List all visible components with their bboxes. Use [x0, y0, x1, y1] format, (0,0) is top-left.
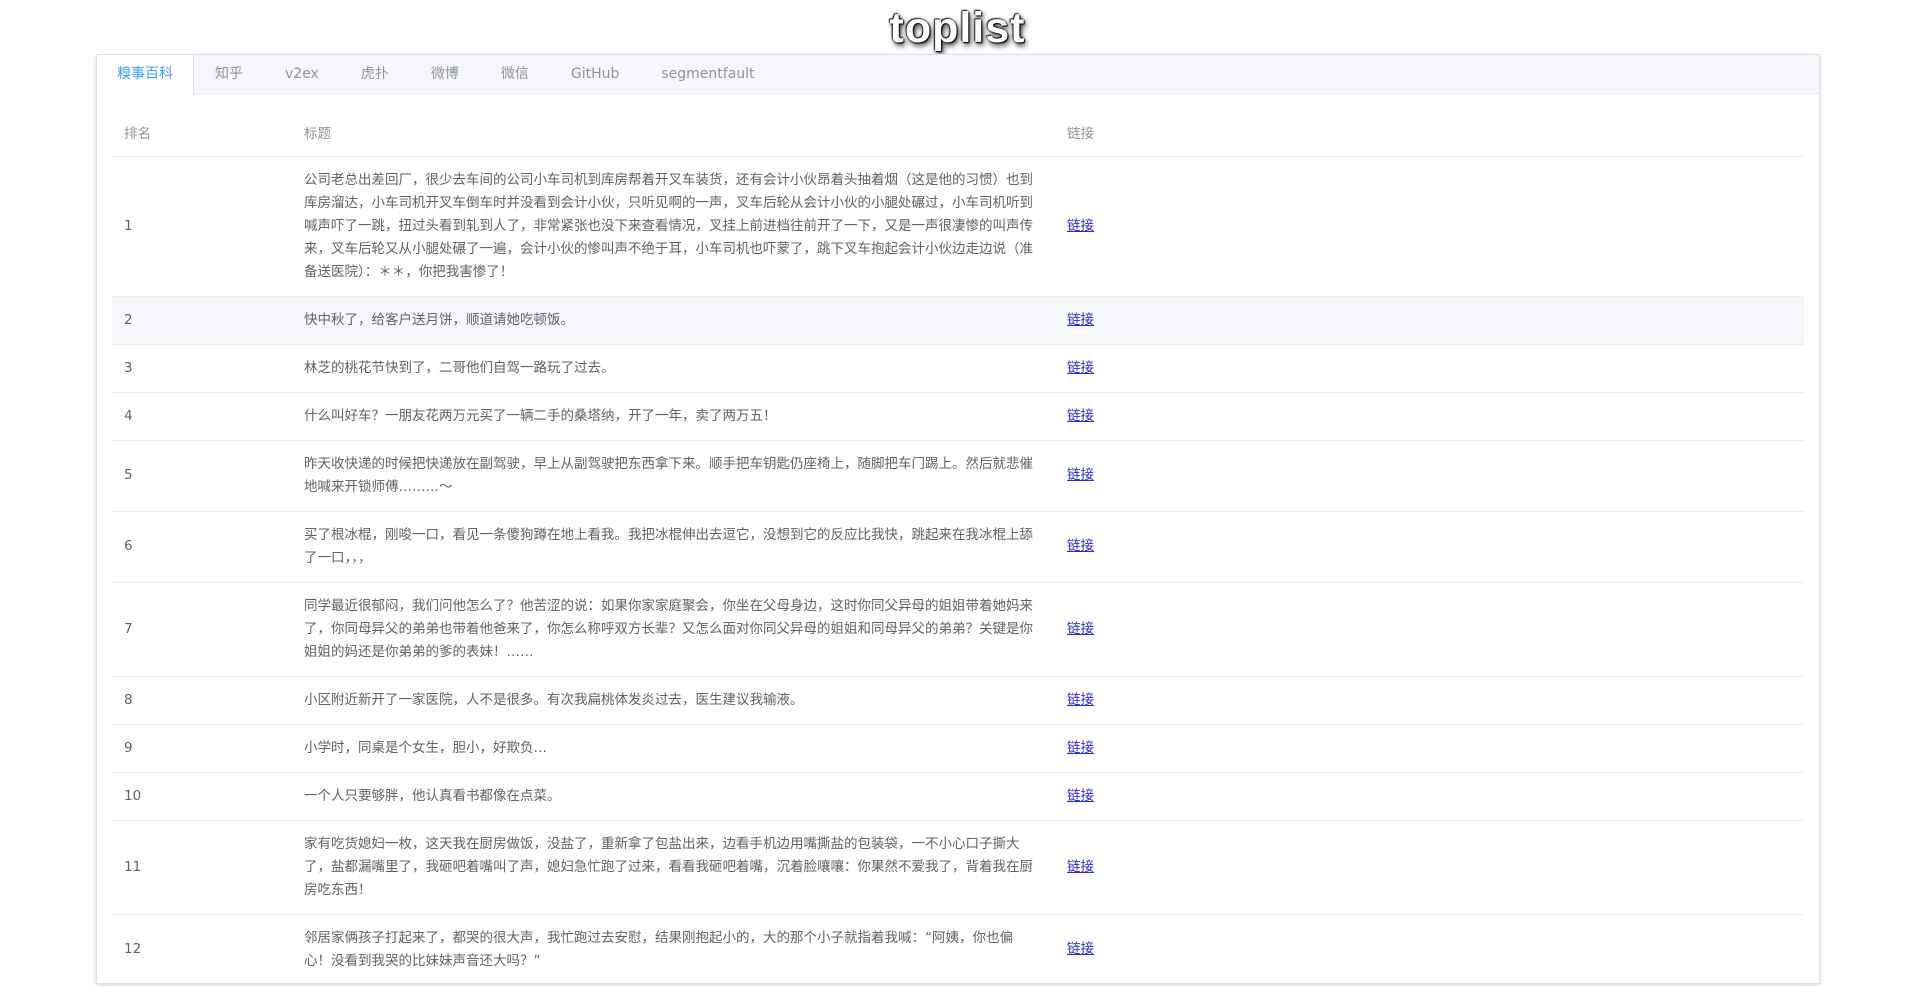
rank-cell: 8 — [112, 676, 292, 725]
title-cell: 公司老总出差回厂，很少去车间的公司小车司机到库房帮着开叉车装货，还有会计小伙昂着… — [292, 156, 1055, 297]
tab-weixin[interactable]: 微信 — [480, 55, 550, 94]
rank-cell: 4 — [112, 392, 292, 441]
link-cell: 链接 — [1055, 156, 1804, 297]
title-cell: 快中秋了，给客户送月饼，顺道请她吃顿饭。 — [292, 296, 1055, 345]
table-row: 8 小区附近新开了一家医院，人不是很多。有次我扁桃体发炎过去，医生建议我输液。 … — [112, 676, 1804, 725]
title-cell: 林芝的桃花节快到了，二哥他们自驾一路玩了过去。 — [292, 344, 1055, 393]
rank-cell: 3 — [112, 344, 292, 393]
row-link[interactable]: 链接 — [1067, 740, 1094, 756]
title-cell: 小区附近新开了一家医院，人不是很多。有次我扁桃体发炎过去，医生建议我输液。 — [292, 676, 1055, 725]
table-row: 9 小学时，同桌是个女生，胆小，好欺负… 链接 — [112, 724, 1804, 773]
table-row: 12 邻居家俩孩子打起来了，都哭的很大声，我忙跑过去安慰，结果刚抱起小的，大的那… — [112, 914, 1804, 986]
table-row: 2 快中秋了，给客户送月饼，顺道请她吃顿饭。 链接 — [112, 296, 1804, 345]
table-row: 10 一个人只要够胖，他认真看书都像在点菜。 链接 — [112, 772, 1804, 821]
column-header-title: 标题 — [292, 108, 1055, 157]
toplist-table: 排名 标题 链接 1 公司老总出差回厂，很少去车间的公司小车司机到库房帮着开叉车… — [112, 108, 1804, 986]
tab-bar: 糗事百科 知乎 v2ex 虎扑 微博 微信 GitHub segmentfaul… — [97, 55, 1819, 95]
rank-cell: 2 — [112, 296, 292, 345]
tab-zhihu[interactable]: 知乎 — [194, 55, 264, 94]
link-cell: 链接 — [1055, 296, 1804, 345]
link-cell: 链接 — [1055, 440, 1804, 512]
link-cell: 链接 — [1055, 511, 1804, 583]
table-container: 排名 标题 链接 1 公司老总出差回厂，很少去车间的公司小车司机到库房帮着开叉车… — [97, 94, 1819, 986]
tab-segmentfault[interactable]: segmentfault — [640, 55, 775, 94]
rank-cell: 10 — [112, 772, 292, 821]
rank-cell: 5 — [112, 440, 292, 512]
table-row: 7 同学最近很郁闷，我们问他怎么了？他苦涩的说：如果你家家庭聚会，你坐在父母身边… — [112, 582, 1804, 677]
row-link[interactable]: 链接 — [1067, 538, 1094, 554]
title-cell: 家有吃货媳妇一枚，这天我在厨房做饭，没盐了，重新拿了包盐出来，边看手机边用嘴撕盐… — [292, 820, 1055, 915]
row-link[interactable]: 链接 — [1067, 941, 1094, 957]
title-cell: 什么叫好车？一朋友花两万元买了一辆二手的桑塔纳，开了一年，卖了两万五！ — [292, 392, 1055, 441]
title-cell: 邻居家俩孩子打起来了，都哭的很大声，我忙跑过去安慰，结果刚抱起小的，大的那个小子… — [292, 914, 1055, 986]
table-row: 6 买了根冰棍，刚唆一口，看见一条傻狗蹲在地上看我。我把冰棍伸出去逗它，没想到它… — [112, 511, 1804, 583]
rank-cell: 9 — [112, 724, 292, 773]
rank-cell: 11 — [112, 820, 292, 915]
table-row: 1 公司老总出差回厂，很少去车间的公司小车司机到库房帮着开叉车装货，还有会计小伙… — [112, 156, 1804, 297]
tabs-card: 糗事百科 知乎 v2ex 虎扑 微博 微信 GitHub segmentfaul… — [96, 54, 1820, 986]
title-cell: 买了根冰棍，刚唆一口，看见一条傻狗蹲在地上看我。我把冰棍伸出去逗它，没想到它的反… — [292, 511, 1055, 583]
row-link[interactable]: 链接 — [1067, 312, 1094, 328]
table-row: 5 昨天收快递的时候把快递放在副驾驶，早上从副驾驶把东西拿下来。顺手把车钥匙仍座… — [112, 440, 1804, 512]
link-cell: 链接 — [1055, 914, 1804, 986]
link-cell: 链接 — [1055, 820, 1804, 915]
table-row: 11 家有吃货媳妇一枚，这天我在厨房做饭，没盐了，重新拿了包盐出来，边看手机边用… — [112, 820, 1804, 915]
row-link[interactable]: 链接 — [1067, 788, 1094, 804]
row-link[interactable]: 链接 — [1067, 692, 1094, 708]
row-link[interactable]: 链接 — [1067, 408, 1094, 424]
link-cell: 链接 — [1055, 676, 1804, 725]
rank-cell: 7 — [112, 582, 292, 677]
link-cell: 链接 — [1055, 772, 1804, 821]
column-header-link: 链接 — [1055, 108, 1804, 157]
table-row: 3 林芝的桃花节快到了，二哥他们自驾一路玩了过去。 链接 — [112, 344, 1804, 393]
table-header-row: 排名 标题 链接 — [112, 108, 1804, 157]
row-link[interactable]: 链接 — [1067, 360, 1094, 376]
link-cell: 链接 — [1055, 344, 1804, 393]
tab-hupu[interactable]: 虎扑 — [340, 55, 410, 94]
link-cell: 链接 — [1055, 724, 1804, 773]
title-cell: 同学最近很郁闷，我们问他怎么了？他苦涩的说：如果你家家庭聚会，你坐在父母身边，这… — [292, 582, 1055, 677]
row-link[interactable]: 链接 — [1067, 859, 1094, 875]
rank-cell: 6 — [112, 511, 292, 583]
link-cell: 链接 — [1055, 582, 1804, 677]
title-cell: 一个人只要够胖，他认真看书都像在点菜。 — [292, 772, 1055, 821]
tab-qiushibaike[interactable]: 糗事百科 — [97, 55, 194, 95]
tab-v2ex[interactable]: v2ex — [264, 55, 340, 94]
tab-weibo[interactable]: 微博 — [410, 55, 480, 94]
row-link[interactable]: 链接 — [1067, 467, 1094, 483]
row-link[interactable]: 链接 — [1067, 621, 1094, 637]
title-cell: 小学时，同桌是个女生，胆小，好欺负… — [292, 724, 1055, 773]
rank-cell: 1 — [112, 156, 292, 297]
title-cell: 昨天收快递的时候把快递放在副驾驶，早上从副驾驶把东西拿下来。顺手把车钥匙仍座椅上… — [292, 440, 1055, 512]
table-row: 4 什么叫好车？一朋友花两万元买了一辆二手的桑塔纳，开了一年，卖了两万五！ 链接 — [112, 392, 1804, 441]
rank-cell: 12 — [112, 914, 292, 986]
link-cell: 链接 — [1055, 392, 1804, 441]
column-header-rank: 排名 — [112, 108, 292, 157]
tab-github[interactable]: GitHub — [550, 55, 641, 94]
row-link[interactable]: 链接 — [1067, 218, 1094, 234]
page-title: toplist — [889, 4, 1026, 52]
